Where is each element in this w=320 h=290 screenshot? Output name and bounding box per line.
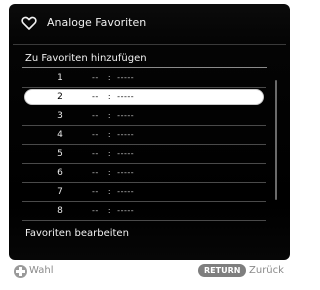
footer-bar: Wahl RETURN Zurück bbox=[9, 260, 290, 286]
section-divider bbox=[22, 67, 267, 68]
add-favorites-heading: Zu Favoriten hinzufügen bbox=[25, 53, 147, 64]
favorite-number: 5 bbox=[57, 149, 63, 159]
favorite-number: 4 bbox=[57, 130, 63, 140]
row-divider bbox=[22, 220, 266, 221]
back-hint: Zurück bbox=[249, 265, 284, 276]
list-scrollbar[interactable] bbox=[275, 80, 277, 200]
panel-title: Analoge Favoriten bbox=[47, 16, 147, 29]
favorite-slot-4[interactable]: 4 -- : ----- bbox=[20, 126, 268, 145]
favorite-slot-2[interactable]: 2 -- : ----- bbox=[20, 88, 268, 107]
favorite-channel: -- : ----- bbox=[92, 130, 135, 139]
select-hint: Wahl bbox=[29, 265, 54, 276]
favorite-channel: -- : ----- bbox=[92, 92, 135, 101]
favorite-channel: -- : ----- bbox=[92, 149, 135, 158]
favorite-number: 7 bbox=[57, 187, 63, 197]
favorite-number: 2 bbox=[57, 92, 63, 102]
favorite-number: 3 bbox=[57, 111, 63, 121]
header-divider bbox=[13, 44, 286, 45]
favorite-slot-1[interactable]: 1 -- : ----- bbox=[20, 69, 268, 88]
favorite-number: 6 bbox=[57, 168, 63, 178]
dpad-icon bbox=[14, 265, 27, 278]
favorite-slot-3[interactable]: 3 -- : ----- bbox=[20, 107, 268, 126]
panel-header: Analoge Favoriten bbox=[9, 4, 290, 44]
favorite-slot-8[interactable]: 8 -- : ----- bbox=[20, 202, 268, 221]
favorite-slot-6[interactable]: 6 -- : ----- bbox=[20, 164, 268, 183]
heart-icon bbox=[21, 16, 37, 30]
favorite-slot-5[interactable]: 5 -- : ----- bbox=[20, 145, 268, 164]
edit-favorites-item[interactable]: Favoriten bearbeiten bbox=[25, 227, 129, 241]
favorite-channel: -- : ----- bbox=[92, 111, 135, 120]
favorite-slot-7[interactable]: 7 -- : ----- bbox=[20, 183, 268, 202]
favorite-channel: -- : ----- bbox=[92, 206, 135, 215]
return-key-badge: RETURN bbox=[198, 264, 247, 277]
favorite-channel: -- : ----- bbox=[92, 73, 135, 82]
favorite-channel: -- : ----- bbox=[92, 187, 135, 196]
favorite-channel: -- : ----- bbox=[92, 168, 135, 177]
favorite-number: 1 bbox=[57, 73, 63, 83]
favorite-number: 8 bbox=[57, 206, 63, 216]
